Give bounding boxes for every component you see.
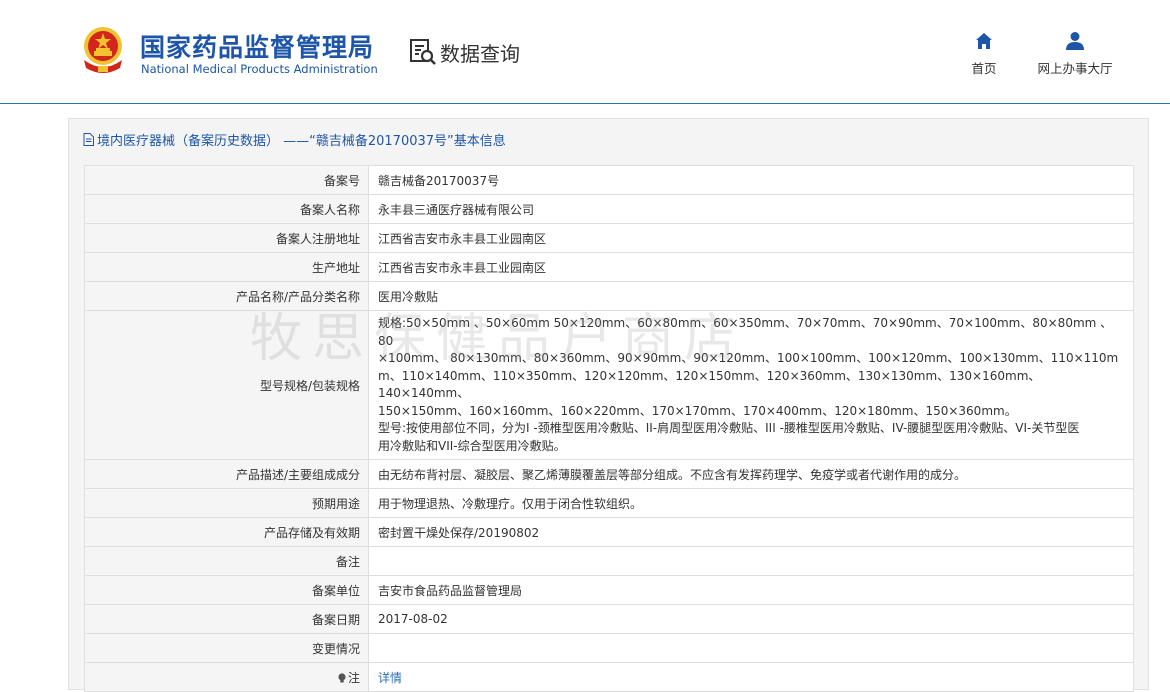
document-icon <box>83 132 94 146</box>
row-value: 赣吉械备20170037号 <box>368 165 1134 195</box>
row-label: 备注 <box>84 546 369 576</box>
nav-online-hall-label: 网上办事大厅 <box>1037 61 1113 76</box>
row-label: 生产地址 <box>84 252 369 282</box>
note-label-cell: 注 <box>84 662 369 692</box>
nav-online-hall[interactable]: 网上办事大厅 <box>1030 30 1120 77</box>
row-label: 注 <box>347 670 360 685</box>
row-label: 备案日期 <box>84 604 369 634</box>
spec-line: 用冷敷贴和VII-综合型医用冷敷贴。 <box>378 438 566 453</box>
row-value: 规格:50×50mm 、50×60mm 50×120mm、60×80mm、60×… <box>368 310 1134 460</box>
spec-line: 150×150mm、160×160mm、160×220mm、170×170mm、… <box>378 403 1017 418</box>
spec-line: m、110×140mm、110×350mm、120×120mm、120×150m… <box>378 368 1041 401</box>
spec-line: 型号:按使用部位不同，分为I -颈椎型医用冷敷贴、II-肩周型医用冷敷贴、III… <box>378 421 1080 435</box>
nav-home-label: 首页 <box>971 61 997 76</box>
row-value: 由无纺布背衬层、凝胶层、聚乙烯薄膜覆盖层等部分组成。不应含有发挥药理学、免疫学或… <box>368 459 1134 489</box>
row-value: 江西省吉安市永丰县工业园南区 <box>368 223 1134 253</box>
table-row: 产品存储及有效期 密封置干燥处保存/20190802 <box>84 517 1134 547</box>
user-icon <box>1066 32 1084 50</box>
table-row: 产品名称/产品分类名称 医用冷敷贴 <box>84 281 1134 311</box>
row-label: 备案人名称 <box>84 194 369 224</box>
row-value: 详情 <box>368 662 1134 692</box>
row-label: 型号规格/包装规格 <box>84 310 369 460</box>
table-row: 备注 <box>84 546 1134 576</box>
panel-title-text: 境内医疗器械（备案历史数据） ——“赣吉械备20170037号”基本信息 <box>97 133 506 149</box>
row-value: 永丰县三通医疗器械有限公司 <box>368 194 1134 224</box>
row-label: 产品描述/主要组成成分 <box>84 459 369 489</box>
lightbulb-icon <box>338 672 346 682</box>
row-label: 备案人注册地址 <box>84 223 369 253</box>
home-icon <box>976 33 992 49</box>
table-row: 备案号 赣吉械备20170037号 <box>84 165 1134 195</box>
row-label: 产品名称/产品分类名称 <box>84 281 369 311</box>
table-row: 预期用途 用于物理退热、冷敷理疗。仅用于闭合性软组织。 <box>84 488 1134 518</box>
row-label: 预期用途 <box>84 488 369 518</box>
row-value: 2017-08-02 <box>368 604 1134 634</box>
search-document-icon <box>410 39 436 65</box>
row-label: 产品存储及有效期 <box>84 517 369 547</box>
detail-link[interactable]: 详情 <box>378 671 402 685</box>
table-row: 注 详情 <box>84 662 1134 692</box>
spec-line: 规格:50×50mm 、50×60mm 50×120mm、60×80mm、60×… <box>378 316 1113 348</box>
data-query-label: 数据查询 <box>440 41 520 66</box>
table-row: 产品描述/主要组成成分 由无纺布背衬层、凝胶层、聚乙烯薄膜覆盖层等部分组成。不应… <box>84 459 1134 489</box>
spec-line: ×100mm、 80×130mm、80×360mm、90×90mm、90×120… <box>378 351 1119 365</box>
org-name-cn: 国家药品监督管理局 <box>140 33 375 62</box>
record-info-table: 备案号 赣吉械备20170037号 备案人名称 永丰县三通医疗器械有限公司 备案… <box>84 165 1134 692</box>
table-row: 备案日期 2017-08-02 <box>84 604 1134 634</box>
panel-title: 境内医疗器械（备案历史数据） ——“赣吉械备20170037号”基本信息 <box>83 130 506 149</box>
row-label: 变更情况 <box>84 633 369 663</box>
table-row: 生产地址 江西省吉安市永丰县工业园南区 <box>84 252 1134 282</box>
org-name-en: National Medical Products Administration <box>141 62 378 76</box>
row-value <box>368 633 1134 663</box>
detail-panel: 境内医疗器械（备案历史数据） ——“赣吉械备20170037号”基本信息 备案号… <box>68 118 1149 692</box>
table-row: 变更情况 <box>84 633 1134 663</box>
row-label: 备案单位 <box>84 575 369 605</box>
table-row: 备案人注册地址 江西省吉安市永丰县工业园南区 <box>84 223 1134 253</box>
table-row: 备案单位 吉安市食品药品监督管理局 <box>84 575 1134 605</box>
data-query-link[interactable]: 数据查询 <box>408 36 520 68</box>
row-value: 吉安市食品药品监督管理局 <box>368 575 1134 605</box>
row-label: 备案号 <box>84 165 369 195</box>
site-header: 国家药品监督管理局 National Medical Products Admi… <box>0 0 1170 104</box>
table-row: 备案人名称 永丰县三通医疗器械有限公司 <box>84 194 1134 224</box>
row-value: 密封置干燥处保存/20190802 <box>368 517 1134 547</box>
row-value <box>368 546 1134 576</box>
national-emblem-icon <box>84 27 122 73</box>
row-value: 江西省吉安市永丰县工业园南区 <box>368 252 1134 282</box>
row-value: 用于物理退热、冷敷理疗。仅用于闭合性软组织。 <box>368 488 1134 518</box>
row-value: 医用冷敷贴 <box>368 281 1134 311</box>
table-row: 型号规格/包装规格 规格:50×50mm 、50×60mm 50×120mm、6… <box>84 310 1134 460</box>
nav-home[interactable]: 首页 <box>960 30 1008 77</box>
